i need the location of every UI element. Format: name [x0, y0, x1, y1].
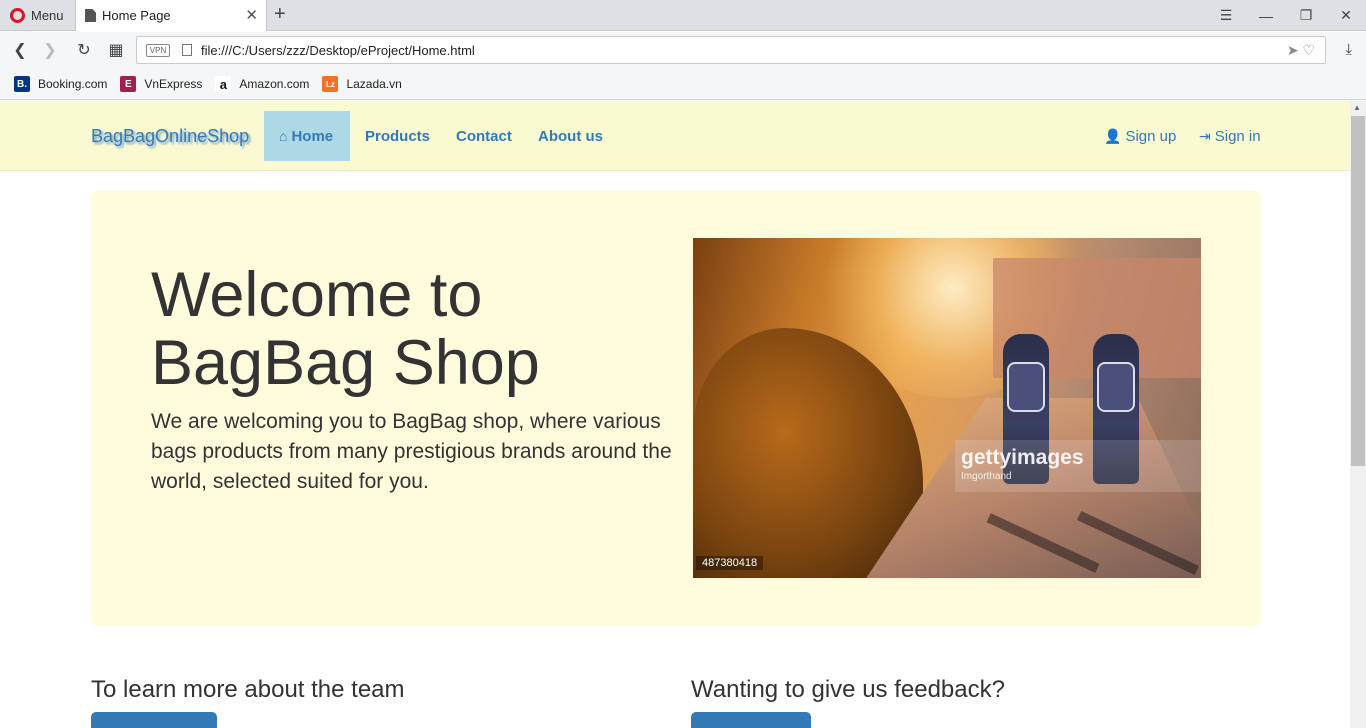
bookmarks-bar: B. Booking.com E VnExpress a Amazon.com … — [0, 69, 1366, 100]
team-button[interactable] — [91, 712, 217, 728]
image-id: 487380418 — [696, 556, 764, 570]
url-text: file:///C:/Users/zzz/Desktop/eProject/Ho… — [201, 42, 475, 58]
nav-products-label: Products — [365, 127, 431, 145]
site-brand[interactable]: BagBagOnlineShop — [91, 126, 249, 147]
hero-text: We are welcoming you to BagBag shop, whe… — [151, 410, 672, 493]
booking-icon: B. — [14, 76, 30, 92]
tab-menu-icon[interactable]: ☰ — [1206, 0, 1246, 31]
nav-signin[interactable]: ⇥ Sign in — [1199, 111, 1261, 161]
file-icon — [182, 44, 192, 56]
scroll-up-icon[interactable]: ▲ — [1353, 103, 1361, 112]
nav-products[interactable]: Products — [350, 111, 445, 161]
back-button[interactable]: ❮ — [8, 38, 32, 62]
nav-about[interactable]: About us — [523, 111, 618, 161]
nav-home[interactable]: ⌂ Home — [264, 111, 350, 161]
download-icon[interactable]: ⤓ — [1345, 41, 1352, 58]
hero-image: gettyimages Imgorthand 487380418 — [693, 238, 1201, 578]
forward-button[interactable]: ❯ — [38, 38, 62, 62]
send-heart-icons[interactable]: ➤ ♡ — [1287, 42, 1315, 59]
lazada-icon: Lz — [322, 76, 339, 92]
image-credit: Imgorthand — [961, 471, 1012, 482]
bookmark-vnexpress[interactable]: E VnExpress — [120, 76, 202, 92]
opera-menu-button[interactable]: Menu — [0, 0, 74, 31]
feedback-button[interactable] — [691, 712, 811, 728]
browser-tab-bar: Menu Home Page ✕ + ☰ — ❐ ✕ — [0, 0, 1366, 31]
feedback-heading: Wanting to give us feedback? — [691, 676, 1005, 703]
hero-jumbotron: Welcome to BagBag Shop We are welcoming … — [91, 191, 1261, 626]
vpn-badge[interactable]: VPN — [146, 43, 170, 57]
scroll-thumb[interactable] — [1351, 116, 1365, 466]
nav-home-label: Home — [291, 127, 334, 145]
nav-signin-label: Sign in — [1214, 127, 1261, 145]
amazon-icon: a — [215, 76, 232, 92]
tab-title: Home Page — [102, 8, 171, 23]
nav-about-label: About us — [538, 127, 603, 145]
vnexpress-icon: E — [120, 76, 137, 92]
new-tab-button[interactable]: + — [274, 3, 286, 26]
site-navbar: BagBagOnlineShop ⌂ Home Products Contact… — [0, 101, 1350, 171]
nav-signup-label: Sign up — [1125, 127, 1177, 145]
opera-logo-icon — [10, 8, 25, 23]
image-watermark: gettyimages — [961, 446, 1084, 469]
bookmark-booking[interactable]: B. Booking.com — [14, 76, 107, 92]
close-window-button[interactable]: ✕ — [1326, 0, 1366, 31]
team-heading: To learn more about the team — [91, 676, 405, 703]
hero-title: Welcome to BagBag Shop — [151, 260, 540, 398]
page-icon — [85, 9, 96, 22]
reload-button[interactable]: ↻ — [72, 38, 96, 62]
tab-home-page[interactable]: Home Page ✕ — [75, 0, 267, 31]
home-icon: ⌂ — [279, 128, 288, 144]
user-icon: 👤 — [1104, 127, 1122, 144]
bookmark-label: Booking.com — [38, 77, 108, 91]
minimize-button[interactable]: — — [1246, 0, 1286, 31]
menu-label: Menu — [31, 8, 64, 23]
bookmark-amazon[interactable]: a Amazon.com — [215, 76, 309, 92]
bookmark-label: Amazon.com — [239, 77, 310, 91]
page-scrollbar[interactable]: ▲ — [1350, 101, 1366, 728]
restore-button[interactable]: ❐ — [1286, 0, 1326, 31]
nav-contact-label: Contact — [456, 127, 512, 145]
sign-in-icon: ⇥ — [1199, 127, 1211, 144]
bookmark-label: Lazada.vn — [346, 77, 402, 91]
close-tab-icon[interactable]: ✕ — [245, 6, 258, 24]
speed-dial-icon[interactable]: ▦ — [104, 38, 128, 62]
address-toolbar: ❮ ❯ ↻ ▦ VPN file:///C:/Users/zzz/Desktop… — [0, 32, 1366, 69]
bookmark-lazada[interactable]: Lz Lazada.vn — [322, 76, 402, 92]
url-field[interactable]: VPN file:///C:/Users/zzz/Desktop/eProjec… — [136, 36, 1326, 64]
nav-signup[interactable]: 👤 Sign up — [1104, 111, 1176, 161]
bookmark-label: VnExpress — [144, 77, 203, 91]
nav-contact[interactable]: Contact — [441, 111, 527, 161]
page-viewport: BagBagOnlineShop ⌂ Home Products Contact… — [0, 101, 1350, 728]
